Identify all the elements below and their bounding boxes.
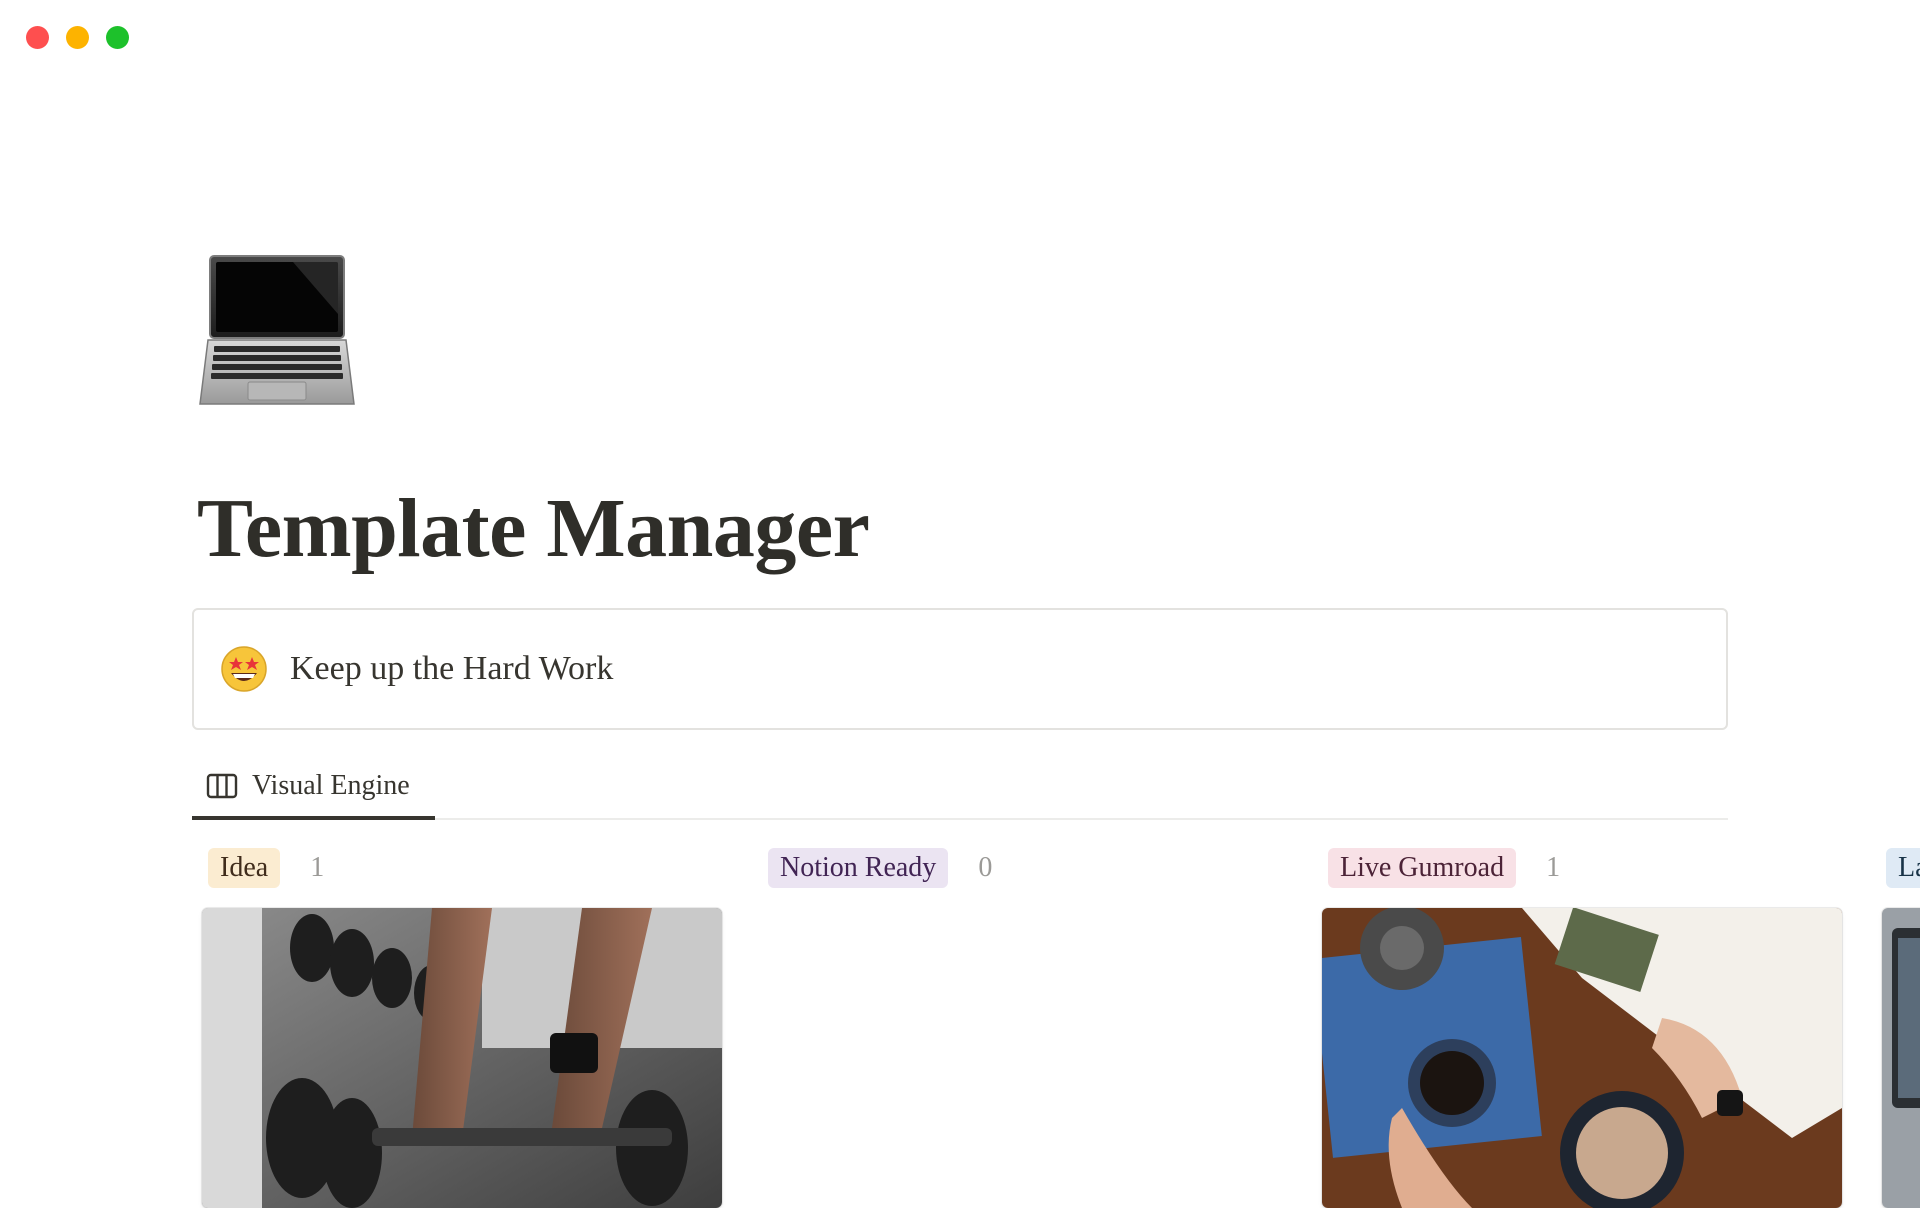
tab-visual-engine[interactable]: Visual Engine [192, 756, 435, 820]
view-tabs: Visual Engine [192, 756, 1728, 820]
board-group-idea[interactable]: Idea 1 [208, 848, 324, 888]
group-label: La [1886, 848, 1920, 888]
laptop-icon[interactable] [198, 254, 356, 412]
close-window-button[interactable] [26, 26, 49, 49]
page-title[interactable]: Template Manager [197, 480, 870, 577]
maximize-window-button[interactable] [106, 26, 129, 49]
callout-text: Keep up the Hard Work [290, 650, 614, 687]
coffee-and-magazine-photo [1322, 908, 1842, 1208]
star-struck-emoji-icon[interactable] [220, 645, 268, 693]
board-card-idea[interactable] [202, 908, 722, 1208]
laptop-photo [1882, 908, 1920, 1208]
group-count: 1 [310, 852, 325, 883]
board-group-truncated[interactable]: La [1886, 848, 1920, 888]
group-count: 0 [978, 852, 993, 883]
board-group-live-gumroad[interactable]: Live Gumroad 1 [1328, 848, 1560, 888]
board-card-truncated[interactable] [1882, 908, 1920, 1208]
group-label: Idea [208, 848, 281, 888]
callout[interactable]: Keep up the Hard Work [192, 608, 1728, 730]
board-group-notion-ready[interactable]: Notion Ready 0 [768, 848, 992, 888]
minimize-window-button[interactable] [66, 26, 89, 49]
board-card-live-gumroad[interactable] [1322, 908, 1842, 1208]
group-label: Live Gumroad [1328, 848, 1517, 888]
group-count: 1 [1546, 852, 1561, 883]
board-view-icon [206, 772, 238, 800]
group-label: Notion Ready [768, 848, 949, 888]
tab-label: Visual Engine [252, 770, 410, 801]
gym-dumbbell-photo [202, 908, 722, 1208]
window-controls [26, 26, 129, 49]
